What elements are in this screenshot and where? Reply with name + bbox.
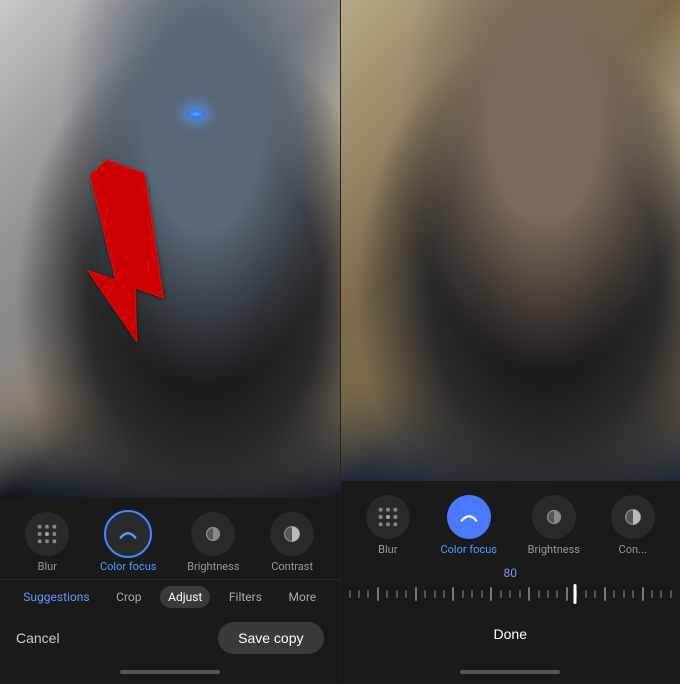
right-blur-label: Blur xyxy=(378,543,397,556)
tab-filters[interactable]: Filters xyxy=(221,586,270,608)
right-color-focus-label: Color focus xyxy=(441,543,497,556)
action-bar-left: Cancel Save copy xyxy=(0,614,340,666)
home-indicator-right xyxy=(341,666,680,680)
tab-crop[interactable]: Crop xyxy=(108,586,149,608)
slider-area: 80 xyxy=(341,562,680,610)
right-photo xyxy=(341,0,680,481)
slider-indicator xyxy=(573,584,576,604)
color-focus-label: Color focus xyxy=(100,560,156,573)
tick xyxy=(519,590,521,598)
contrast-label: Contrast xyxy=(271,560,313,573)
tick xyxy=(613,590,615,598)
tick xyxy=(367,590,369,598)
tab-more[interactable]: More xyxy=(281,586,325,608)
tick-tall xyxy=(566,587,568,601)
brightness-label: Brightness xyxy=(187,560,239,573)
right-person-overlay xyxy=(341,0,680,481)
right-contrast-icon-btn[interactable] xyxy=(611,495,655,539)
contrast-tool[interactable]: Contrast xyxy=(270,512,314,573)
brightness-icon-btn[interactable] xyxy=(191,512,235,556)
tick-tall xyxy=(415,587,417,601)
right-brightness-label: Brightness xyxy=(528,543,580,556)
slider-dots xyxy=(349,587,673,601)
right-panel: Blur Color focus xyxy=(340,0,680,684)
color-focus-icon-btn[interactable] xyxy=(106,512,150,556)
person-overlay xyxy=(0,0,340,498)
tick xyxy=(594,590,596,598)
tick xyxy=(462,590,464,598)
right-color-focus-tool[interactable]: Color focus xyxy=(441,495,497,556)
tick xyxy=(509,590,511,598)
blur-tool[interactable]: Blur xyxy=(25,512,69,573)
right-tools-row: Blur Color focus xyxy=(341,489,680,562)
tick-tall xyxy=(377,587,379,601)
right-contrast-tool[interactable]: Con... xyxy=(611,495,655,556)
tick xyxy=(405,590,407,598)
left-controls: Blur Color focus xyxy=(0,498,340,684)
tick xyxy=(396,590,398,598)
tick xyxy=(547,590,549,598)
blue-eye-effect xyxy=(187,110,205,118)
tick xyxy=(585,590,587,598)
tick-tall xyxy=(528,587,530,601)
tick xyxy=(424,590,426,598)
left-photo-area xyxy=(0,0,340,498)
tick-tall xyxy=(642,587,644,601)
right-brightness-icon-btn[interactable] xyxy=(532,495,576,539)
tick xyxy=(358,590,360,598)
tab-suggestions[interactable]: Suggestions xyxy=(15,586,97,608)
right-controls: Blur Color focus xyxy=(341,481,680,684)
tick xyxy=(443,590,445,598)
right-brightness-tool[interactable]: Brightness xyxy=(528,495,580,556)
left-panel: Blur Color focus xyxy=(0,0,340,684)
tick xyxy=(481,590,483,598)
right-blur-icon-btn[interactable] xyxy=(366,495,410,539)
contrast-icon-btn[interactable] xyxy=(270,512,314,556)
nav-tabs: Suggestions Crop Adjust Filters More xyxy=(0,579,340,614)
tick-tall xyxy=(452,587,454,601)
right-contrast-label: Con... xyxy=(619,543,647,556)
tick-tall xyxy=(604,587,606,601)
tick xyxy=(632,590,634,598)
tab-adjust[interactable]: Adjust xyxy=(160,586,210,608)
tick xyxy=(623,590,625,598)
tick xyxy=(434,590,436,598)
tick-tall xyxy=(490,587,492,601)
left-photo xyxy=(0,0,340,498)
tick xyxy=(660,590,662,598)
tick xyxy=(349,590,351,598)
home-indicator-left xyxy=(0,666,340,680)
cancel-button[interactable]: Cancel xyxy=(16,630,60,646)
blur-label: Blur xyxy=(38,560,57,573)
right-photo-area xyxy=(341,0,680,481)
brightness-tool[interactable]: Brightness xyxy=(187,512,239,573)
tick xyxy=(651,590,653,598)
blur-icon-btn[interactable] xyxy=(25,512,69,556)
slider-track[interactable] xyxy=(349,584,673,604)
tick xyxy=(538,590,540,598)
slider-value: 80 xyxy=(349,566,673,580)
done-button[interactable]: Done xyxy=(357,618,665,654)
tick xyxy=(670,590,672,598)
tools-row: Blur Color focus xyxy=(0,506,340,579)
tick xyxy=(471,590,473,598)
right-blur-tool[interactable]: Blur xyxy=(366,495,410,556)
tick xyxy=(556,590,558,598)
right-color-focus-icon-btn[interactable] xyxy=(447,495,491,539)
tick xyxy=(500,590,502,598)
tick xyxy=(386,590,388,598)
right-home-bar xyxy=(460,670,560,674)
save-copy-button[interactable]: Save copy xyxy=(218,622,323,654)
action-bar-right: Done xyxy=(341,610,680,666)
home-bar xyxy=(120,670,220,674)
color-focus-tool[interactable]: Color focus xyxy=(100,512,156,573)
